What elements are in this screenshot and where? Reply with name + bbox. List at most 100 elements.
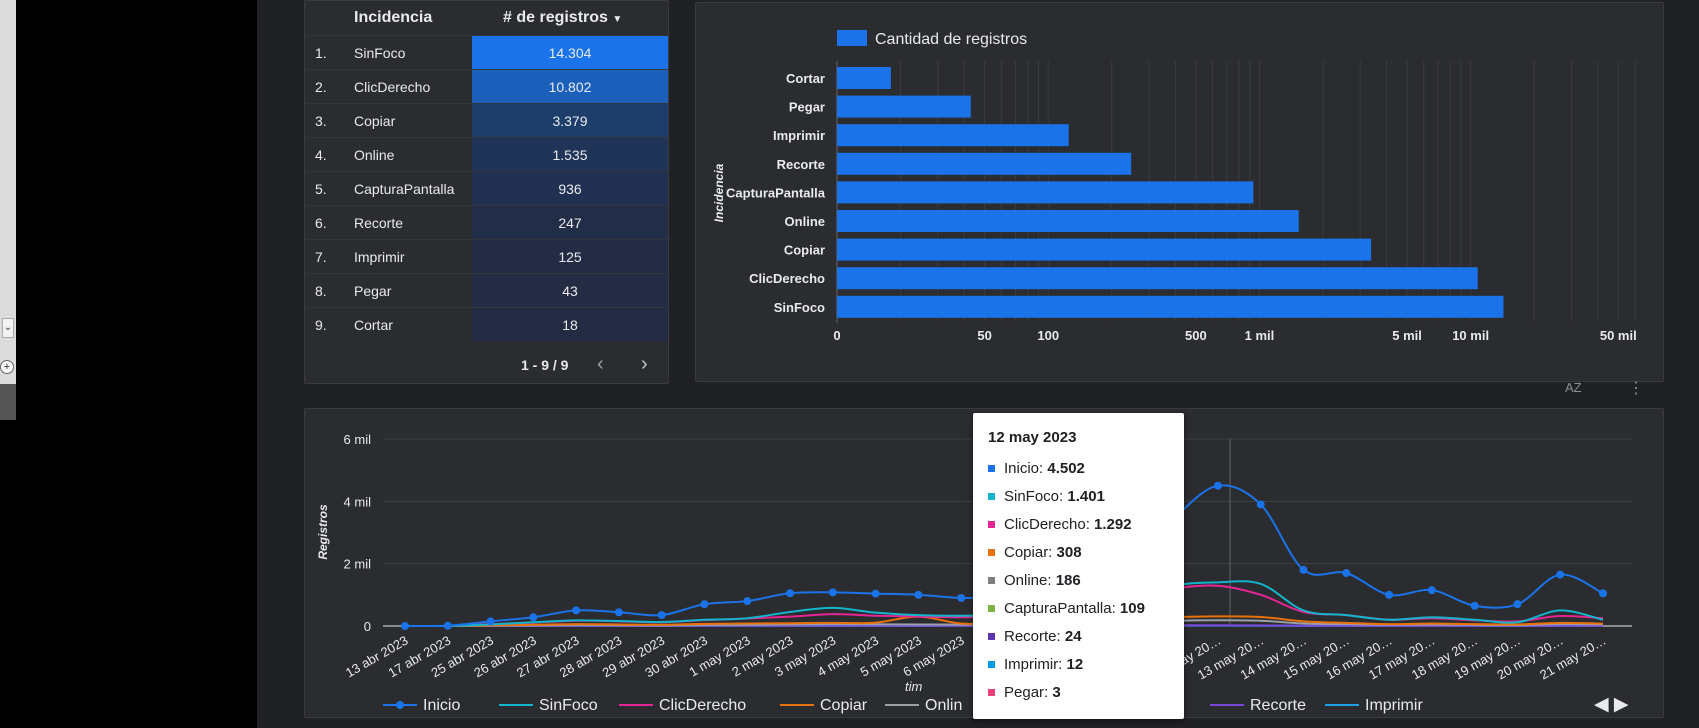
bar-chart-card: Cantidad de registros Incidencia Cortar Peg… xyxy=(695,2,1664,382)
bar[interactable] xyxy=(837,210,1299,232)
row-incidencia: Online xyxy=(354,147,395,163)
tooltip-item-label: Online: xyxy=(1004,572,1056,589)
tooltip-item-label: Copiar: xyxy=(1004,544,1057,561)
sort-az-icon[interactable]: AZ xyxy=(1565,380,1582,395)
tooltip-item-label: SinFoco: xyxy=(1004,488,1068,505)
table-row[interactable]: 4. Online 1.535 xyxy=(305,137,668,172)
row-registros: 247 xyxy=(472,206,668,240)
row-registros: 1.535 xyxy=(472,138,668,172)
bar[interactable] xyxy=(837,267,1478,290)
legend-prev-icon[interactable]: ◀ xyxy=(1594,694,1609,715)
bar[interactable] xyxy=(837,124,1069,147)
bar[interactable] xyxy=(837,295,1504,318)
chevron-right-icon[interactable]: › xyxy=(641,353,648,376)
column-header-registros[interactable]: # de registros ▼ xyxy=(503,9,622,27)
column-header-incidencia[interactable]: Incidencia xyxy=(354,9,432,27)
kebab-menu-icon[interactable]: ⋮ xyxy=(1628,378,1644,398)
side-dark-bar xyxy=(0,384,16,420)
legend-item[interactable]: Inicio xyxy=(423,697,460,714)
table-row[interactable]: 8. Pegar 43 xyxy=(305,273,668,308)
browser-side-strip: ⌄ + xyxy=(0,0,16,420)
tooltip-item-value: 12 xyxy=(1066,656,1084,673)
tooltip-item: ClicDerecho: 1.292 xyxy=(988,516,1132,536)
zoom-in-icon[interactable]: + xyxy=(0,360,14,374)
legend-item[interactable]: Recorte xyxy=(1250,697,1306,714)
legend-item[interactable]: Imprimir xyxy=(1365,697,1423,714)
bar[interactable] xyxy=(837,238,1372,261)
table-row[interactable]: 2. ClicDerecho 10.802 xyxy=(305,69,668,104)
legend-item[interactable]: ClicDerecho xyxy=(659,697,746,714)
bar[interactable] xyxy=(837,95,971,118)
data-point[interactable] xyxy=(700,600,709,609)
legend-nav[interactable]: ◀ ▶ xyxy=(1594,693,1629,716)
category-label: CapturaPantalla xyxy=(726,185,826,200)
y-tick-label: 2 mil xyxy=(344,557,372,572)
data-point[interactable] xyxy=(1385,590,1394,599)
row-number: 9. xyxy=(315,317,327,333)
category-label: Online xyxy=(785,214,825,229)
table-row[interactable]: 3. Copiar 3.379 xyxy=(305,103,668,138)
tooltip-item: SinFoco: 1.401 xyxy=(988,488,1105,508)
row-registros: 18 xyxy=(472,308,668,342)
legend-label: Cantidad de registros xyxy=(875,31,1027,48)
tooltip-title: 12 may 2023 xyxy=(988,429,1077,446)
data-point[interactable] xyxy=(871,589,880,598)
chevron-left-icon[interactable]: ‹ xyxy=(597,353,604,376)
data-point[interactable] xyxy=(1256,500,1265,509)
table-row[interactable]: 1. SinFoco 14.304 xyxy=(305,35,668,70)
legend-item[interactable]: SinFoco xyxy=(539,697,598,714)
data-point[interactable] xyxy=(401,622,409,630)
tooltip-item: Recorte: 24 xyxy=(988,628,1082,648)
data-point[interactable] xyxy=(914,590,923,599)
data-point[interactable] xyxy=(828,588,837,597)
series-swatch xyxy=(988,660,995,668)
legend-item[interactable]: Onlin xyxy=(925,697,962,714)
data-point[interactable] xyxy=(1299,565,1308,574)
tooltip-item-value: 186 xyxy=(1055,572,1081,589)
chart-tooltip: 12 may 2023 Inicio: 4.502 SinFoco: 1.401 C… xyxy=(973,413,1184,719)
data-point[interactable] xyxy=(957,593,966,602)
data-point[interactable] xyxy=(614,608,623,617)
bar[interactable] xyxy=(837,67,891,89)
incidencia-table: Incidencia # de registros ▼ 1. SinFoco 1… xyxy=(304,0,669,384)
data-point[interactable] xyxy=(1470,601,1479,610)
data-point[interactable] xyxy=(657,611,666,620)
row-number: 4. xyxy=(315,147,327,163)
row-registros: 10.802 xyxy=(472,70,668,104)
series-swatch xyxy=(988,576,995,584)
data-point[interactable] xyxy=(1556,570,1565,579)
x-tick-label: 500 xyxy=(1185,328,1207,343)
data-point[interactable] xyxy=(486,617,495,626)
legend-next-icon[interactable]: ▶ xyxy=(1614,694,1629,715)
data-point[interactable] xyxy=(443,621,452,630)
data-point[interactable] xyxy=(1342,569,1351,578)
table-row[interactable]: 5. CapturaPantalla 936 xyxy=(305,171,668,206)
scroll-down-icon[interactable]: ⌄ xyxy=(2,318,14,338)
data-point[interactable] xyxy=(572,606,581,615)
data-point[interactable] xyxy=(786,589,795,598)
tooltip-item-value: 1.401 xyxy=(1067,488,1105,505)
table-header: Incidencia # de registros ▼ xyxy=(305,5,668,35)
tooltip-item-label: Imprimir: xyxy=(1004,656,1067,673)
table-row[interactable]: 6. Recorte 247 xyxy=(305,205,668,240)
x-axis-title: tim xyxy=(905,679,923,694)
table-row[interactable]: 7. Imprimir 125 xyxy=(305,239,668,274)
x-tick-label: 50 xyxy=(977,328,991,343)
data-point[interactable] xyxy=(1599,589,1607,598)
category-label: Copiar xyxy=(784,243,825,258)
bar[interactable] xyxy=(837,181,1254,204)
category-label: ClicDerecho xyxy=(749,271,825,286)
bar[interactable] xyxy=(837,152,1132,175)
x-tick-label: 5 mil xyxy=(1392,328,1422,343)
data-point[interactable] xyxy=(1213,481,1222,490)
data-point[interactable] xyxy=(1427,586,1436,595)
bar-chart: Cantidad de registros Incidencia Cortar Peg… xyxy=(712,30,1637,343)
sort-desc-icon[interactable]: ▼ xyxy=(612,14,622,25)
data-point[interactable] xyxy=(743,597,752,606)
data-point[interactable] xyxy=(1513,600,1522,609)
tooltip-item: CapturaPantalla: 109 xyxy=(988,600,1145,620)
table-row[interactable]: 9. Cortar 18 xyxy=(305,307,668,342)
data-point[interactable] xyxy=(529,613,538,622)
x-tick-label: 100 xyxy=(1037,328,1059,343)
legend-item[interactable]: Copiar xyxy=(820,697,868,714)
